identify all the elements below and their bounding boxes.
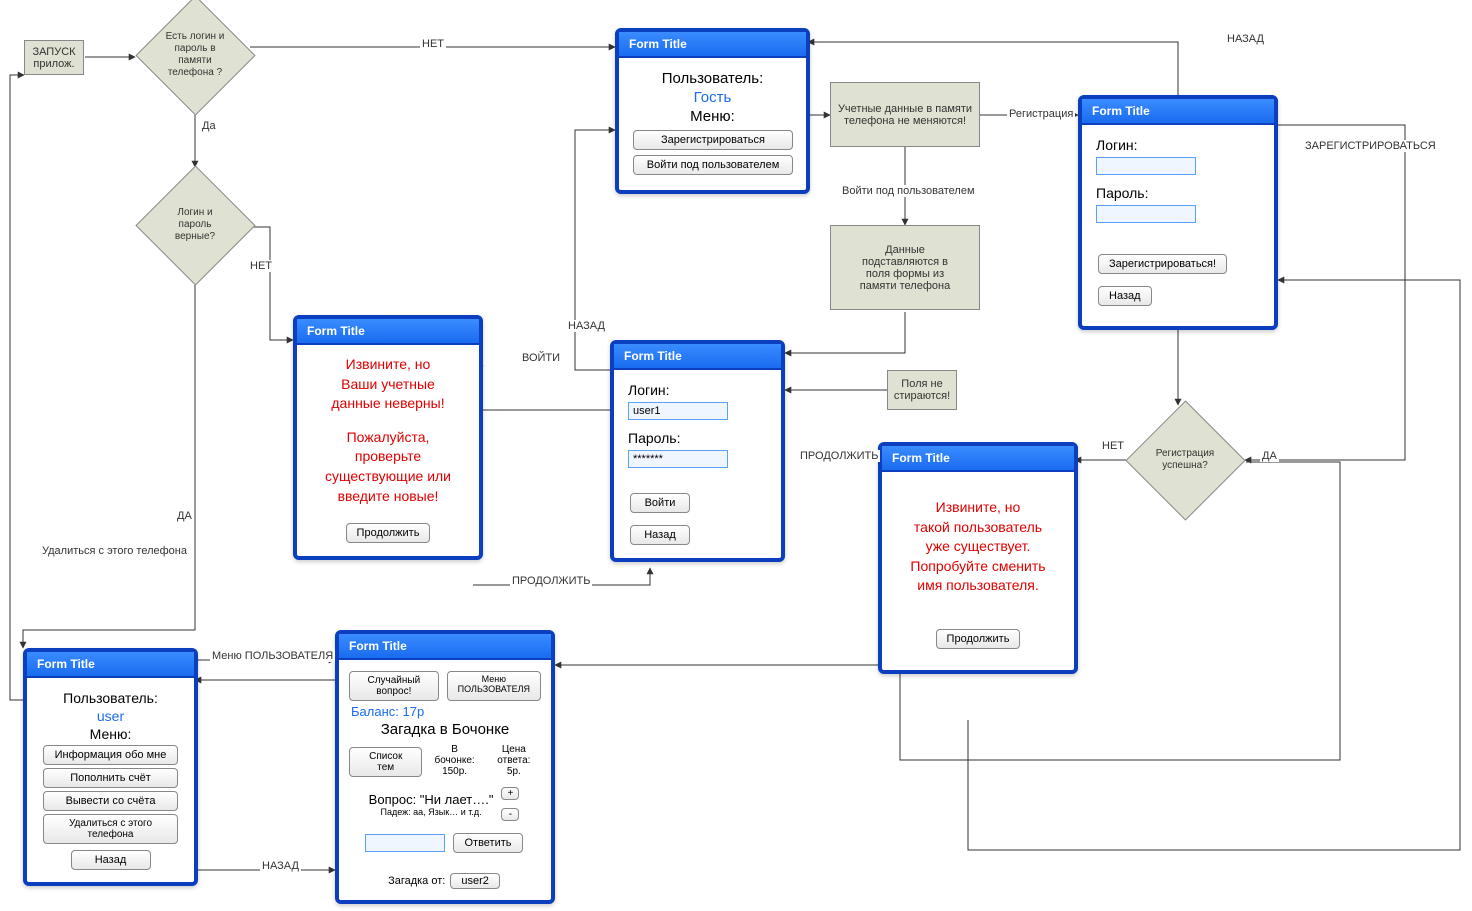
delete-button[interactable]: Удалиться с этого телефона: [43, 814, 178, 844]
edge-label: ЗАРЕГИСТРИРОВАТЬСЯ: [1303, 140, 1438, 152]
edge-label: Да: [200, 120, 218, 132]
menu-label: Меню:: [633, 108, 792, 125]
form-title: Form Title: [614, 344, 781, 370]
back-button[interactable]: Назад: [71, 850, 151, 870]
error-text: Извините, но такой пользователь уже суще…: [896, 498, 1060, 596]
edge-label: НЕТ: [248, 260, 274, 272]
form-title: Form Title: [882, 446, 1074, 472]
password-label: Пароль:: [1096, 185, 1260, 201]
form-error: Form Title Извините, но Ваши учетные дан…: [293, 315, 483, 560]
register-button[interactable]: Зарегистрироваться: [633, 130, 793, 150]
info-button[interactable]: Информация обо мне: [43, 745, 178, 765]
continue-button[interactable]: Продолжить: [936, 629, 1021, 649]
error-text-2: Пожалуйста, проверьте существующие или в…: [311, 428, 465, 506]
minus-button[interactable]: -: [501, 808, 519, 821]
form-user-exists: Form Title Извините, но такой пользовате…: [878, 442, 1078, 674]
withdraw-button[interactable]: Вывести со счёта: [43, 791, 178, 811]
answer-cost-label: Цена ответа:: [485, 744, 543, 766]
back-button[interactable]: Назад: [630, 525, 690, 545]
login-input[interactable]: [1096, 157, 1196, 175]
decision-login-in-memory: Есть логин и пароль в памяти телефона ?: [135, 0, 255, 115]
edge-label: Войти под пользователем: [840, 185, 977, 197]
edge-label: ДА: [1260, 450, 1279, 462]
riddle-from-label: Загадка от:: [388, 875, 445, 887]
edge-label: НАЗАД: [260, 860, 301, 872]
user-name: Гость: [633, 89, 792, 106]
form-game: Form Title Случайный вопрос! Меню ПОЛЬЗО…: [335, 630, 555, 904]
form-title: Form Title: [1082, 99, 1274, 125]
in-barrel-label: В бочонке:: [430, 744, 478, 766]
edge-label: Меню ПОЛЬЗОВАТЕЛЯ: [210, 650, 335, 662]
topics-button[interactable]: Список тем: [349, 747, 422, 777]
edge-label: ДА: [175, 510, 194, 522]
answer-cost-value: 5р.: [485, 766, 543, 777]
answer-button[interactable]: Ответить: [453, 833, 522, 853]
decision-registration-success: Регистрация успешна?: [1125, 400, 1245, 520]
continue-button[interactable]: Продолжить: [346, 523, 431, 543]
in-barrel-value: 150р.: [430, 766, 478, 777]
edge-label: НАЗАД: [566, 320, 607, 332]
user-label: Пользователь:: [41, 690, 180, 706]
edge-label: НАЗАД: [1225, 33, 1266, 45]
plus-button[interactable]: +: [501, 787, 519, 800]
edge-label: ВОЙТИ: [520, 352, 562, 364]
game-title: Загадка в Бочонке: [347, 721, 543, 738]
form-title: Form Title: [297, 319, 479, 345]
user-label: Пользователь:: [633, 70, 792, 87]
login-label: Логин:: [1096, 137, 1260, 153]
decision-login-correct: Логин и пароль верные?: [135, 165, 255, 285]
back-button[interactable]: Назад: [1098, 286, 1152, 306]
process-no-clear: Поля не стираются!: [887, 370, 957, 410]
edge-label: НЕТ: [420, 38, 446, 50]
form-title: Form Title: [619, 32, 806, 58]
process-creds-unchanged: Учетные данные в памяти телефона не меня…: [830, 82, 980, 147]
login-as-user-button[interactable]: Войти под пользователем: [633, 155, 793, 175]
process-prefill: Данные подставляются в поля формы из пам…: [830, 225, 980, 310]
topup-button[interactable]: Пополнить счёт: [43, 768, 178, 788]
hints-text: Падеж: аа, Язык… и т.д.: [369, 807, 494, 817]
menu-label: Меню:: [41, 726, 180, 742]
password-input[interactable]: [1096, 205, 1196, 223]
riddle-author-button[interactable]: user2: [450, 873, 500, 889]
start-node: ЗАПУСК прилож.: [24, 40, 84, 75]
form-title: Form Title: [27, 652, 194, 678]
edge-label: Регистрация: [1007, 108, 1075, 120]
user-name: user: [41, 708, 180, 724]
form-register: Form Title Логин: Пароль: Зарегистрирова…: [1078, 95, 1278, 330]
form-title: Form Title: [339, 634, 551, 660]
random-question-button[interactable]: Случайный вопрос!: [349, 671, 439, 701]
question-label: Вопрос: "Ни лает….": [369, 792, 494, 807]
form-guest: Form Title Пользователь: Гость Меню: Зар…: [615, 28, 810, 194]
answer-input[interactable]: [365, 834, 445, 852]
edge-label: ПРОДОЛЖИТЬ: [510, 575, 592, 587]
flowchart-canvas: ЗАПУСК прилож. Есть логин и пароль в пам…: [0, 0, 1472, 911]
form-user-menu: Form Title Пользователь: user Меню: Инфо…: [23, 648, 198, 886]
balance-text: Баланс: 17р: [351, 704, 543, 719]
edge-label: НЕТ: [1100, 440, 1126, 452]
register-submit-button[interactable]: Зарегистрироваться!: [1098, 254, 1227, 274]
edge-label: ПРОДОЛЖИТЬ: [798, 450, 880, 462]
login-input[interactable]: [628, 402, 728, 420]
user-menu-button[interactable]: Меню ПОЛЬЗОВАТЕЛЯ: [447, 671, 541, 701]
password-input[interactable]: [628, 450, 728, 468]
login-button[interactable]: Войти: [630, 493, 690, 513]
login-label: Логин:: [628, 382, 767, 398]
form-login: Form Title Логин: Пароль: Войти Назад: [610, 340, 785, 562]
password-label: Пароль:: [628, 430, 767, 446]
edge-label: Удалиться с этого телефона: [40, 545, 189, 557]
error-text-1: Извините, но Ваши учетные данные неверны…: [311, 355, 465, 414]
